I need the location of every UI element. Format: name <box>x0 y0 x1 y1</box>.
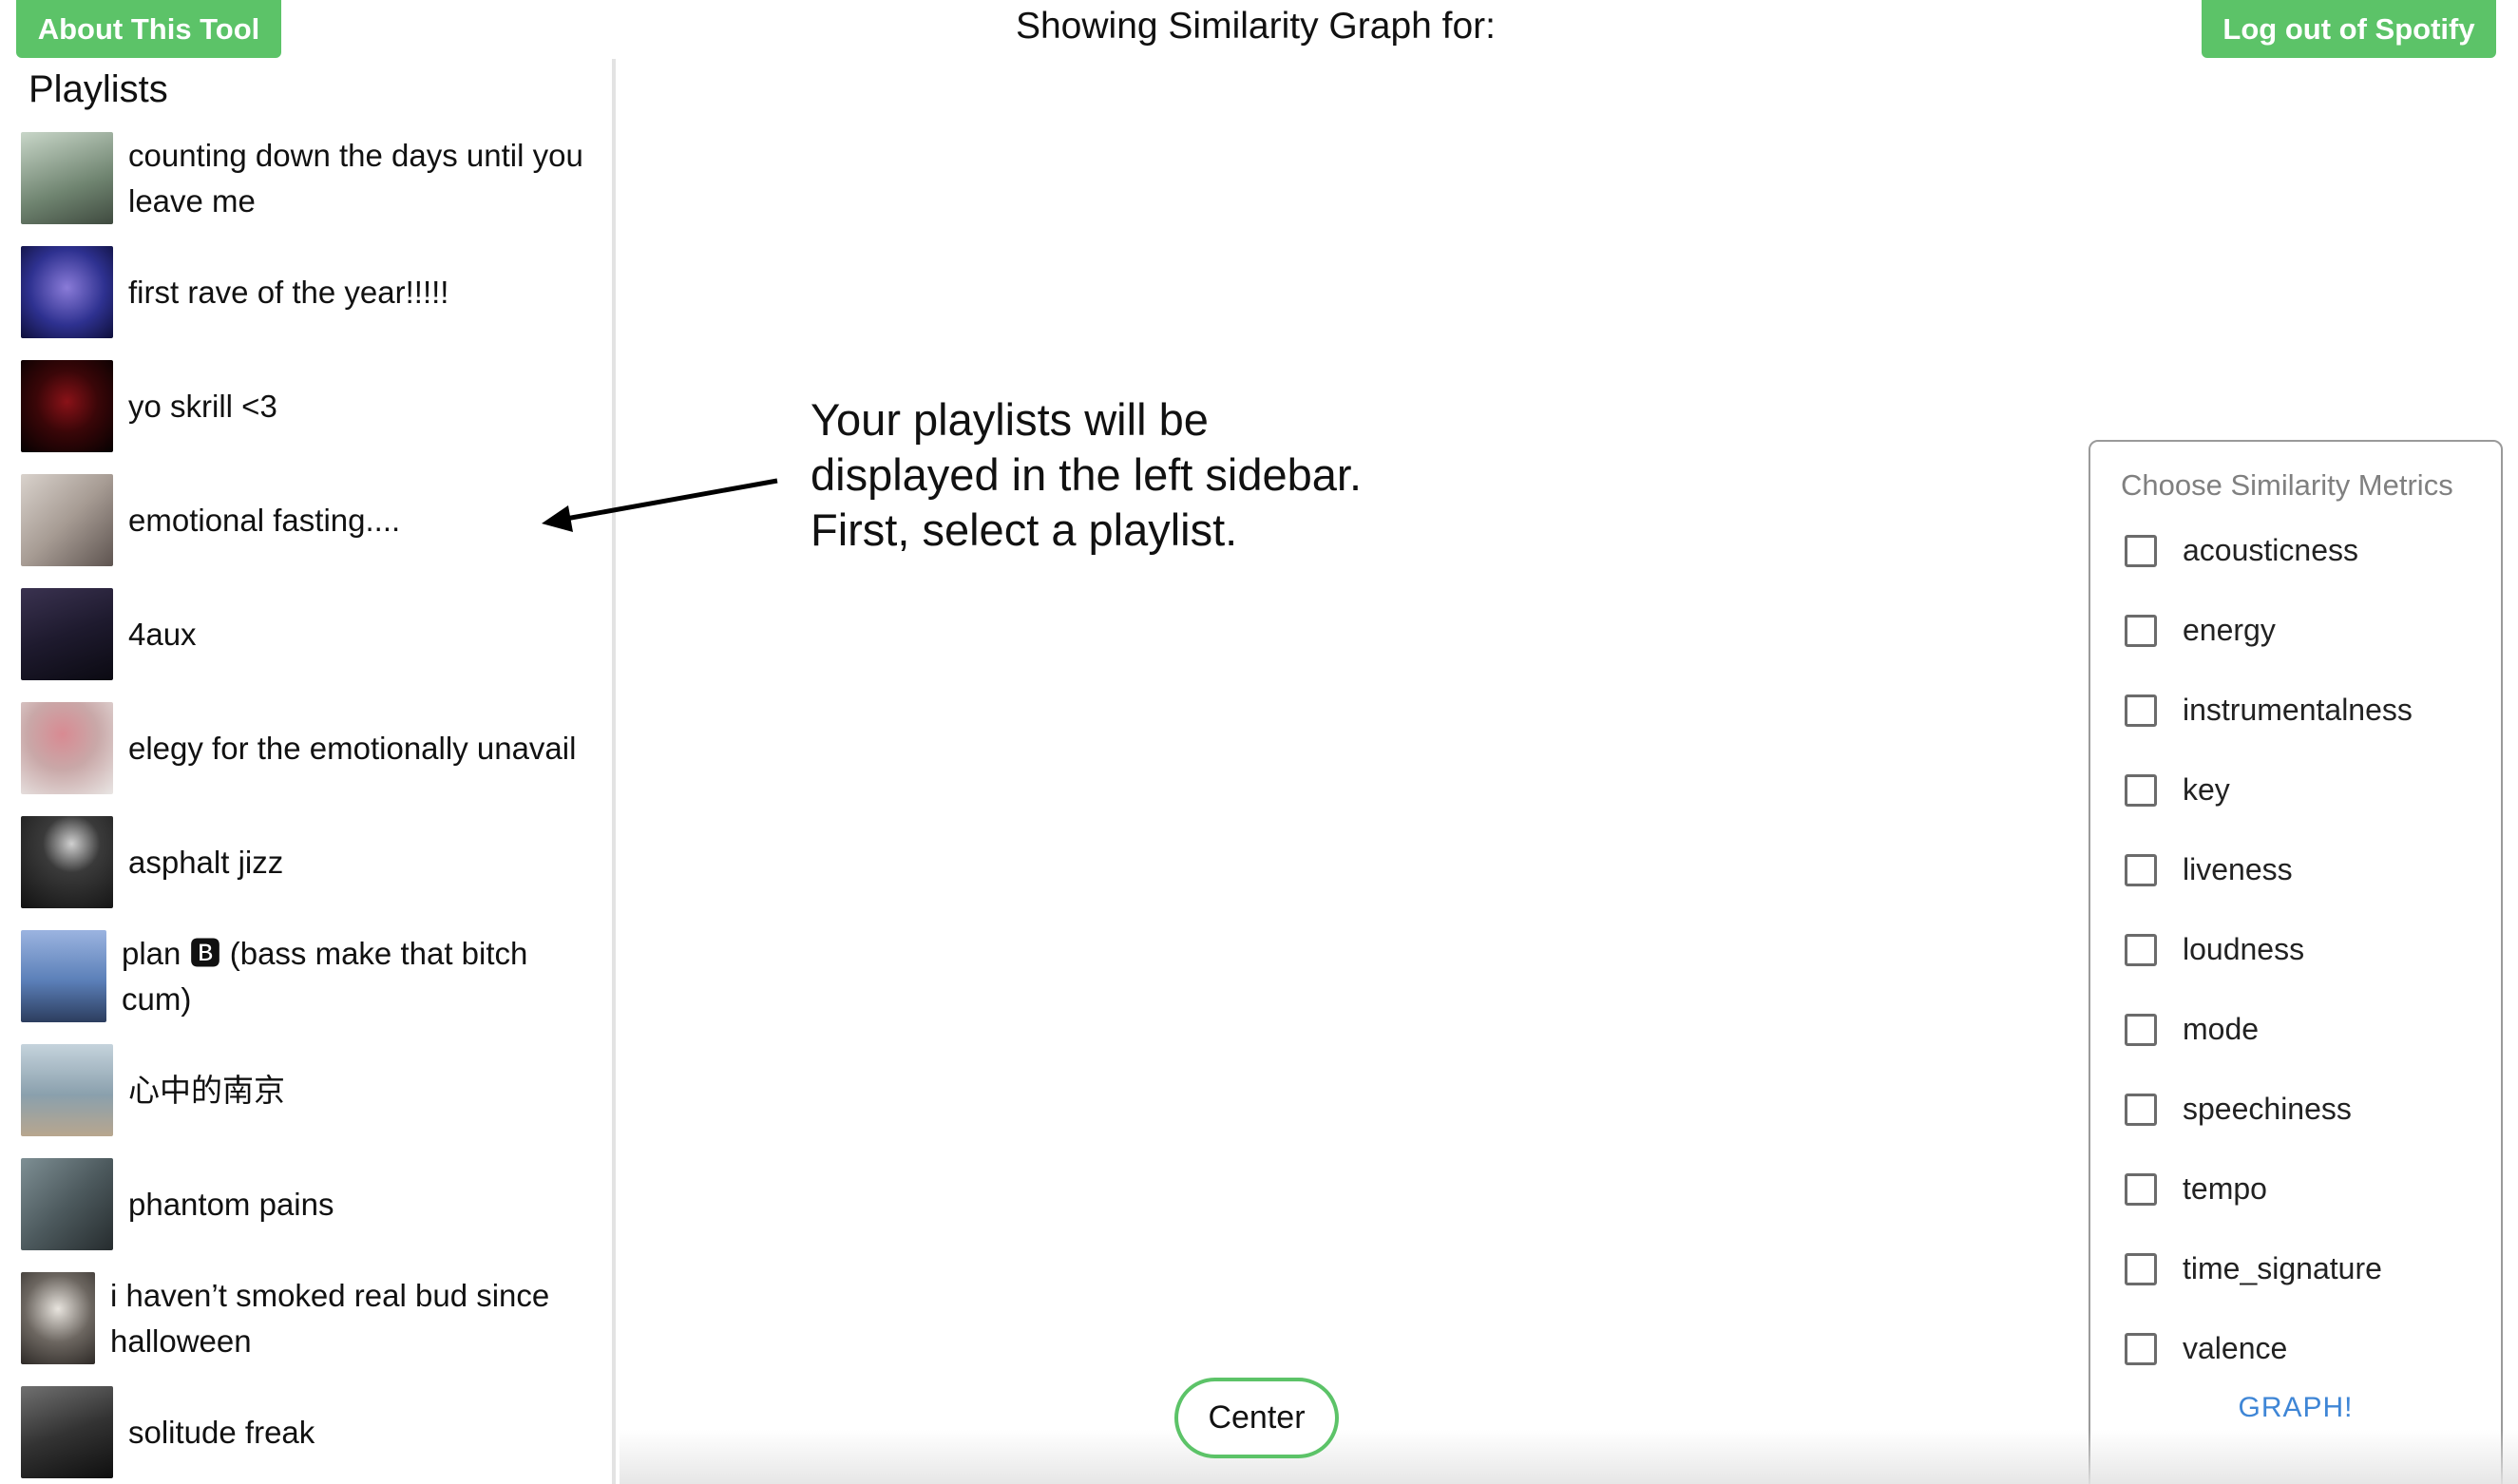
playlist-item[interactable]: counting down the days until you leave m… <box>21 132 601 224</box>
playlist-item[interactable]: first rave of the year!!!!! <box>21 246 601 338</box>
playlist-label: asphalt jizz <box>128 844 284 880</box>
checkbox[interactable] <box>2125 1093 2157 1126</box>
metric-label: speechiness <box>2183 1092 2352 1126</box>
pointer-arrow-icon <box>542 478 778 532</box>
playlist-item[interactable]: i haven’t smoked real bud since hallowee… <box>21 1272 601 1364</box>
metric-label: key <box>2183 772 2230 807</box>
page-title: Showing Similarity Graph for: <box>1015 6 1497 47</box>
metric-label: energy <box>2183 613 2276 647</box>
playlist-item[interactable]: phantom pains <box>21 1158 601 1250</box>
checkbox[interactable] <box>2125 1252 2157 1285</box>
playlist-label: emotional fasting.... <box>128 502 401 538</box>
metric-label: mode <box>2183 1012 2260 1046</box>
playlist-item[interactable]: asphalt jizz <box>21 816 601 908</box>
playlist-label: yo skrill <3 <box>128 388 277 424</box>
playlist-cover <box>21 816 113 908</box>
playlist-cover <box>21 588 113 680</box>
playlist-label: phantom pains <box>128 1186 334 1222</box>
checkbox[interactable] <box>2125 933 2157 966</box>
metric-option-time-signature[interactable]: time_signature <box>2125 1251 2382 1286</box>
checkbox[interactable] <box>2125 534 2157 567</box>
metric-option-liveness[interactable]: liveness <box>2125 852 2293 887</box>
playlist-label: i haven’t smoked real bud since hallowee… <box>110 1277 550 1359</box>
metric-option-acousticness[interactable]: acousticness <box>2125 533 2358 568</box>
playlist-cover <box>21 1044 113 1136</box>
metric-option-tempo[interactable]: tempo <box>2125 1171 2267 1207</box>
playlist-cover <box>21 1272 95 1364</box>
checkbox[interactable] <box>2125 1013 2157 1046</box>
playlist-item[interactable]: 4aux <box>21 588 601 680</box>
metric-label: tempo <box>2183 1171 2267 1206</box>
metric-option-speechiness[interactable]: speechiness <box>2125 1092 2352 1127</box>
metric-label: instrumentalness <box>2183 693 2413 727</box>
metric-option-valence[interactable]: valence <box>2125 1331 2287 1366</box>
playlist-label: plan 🅱 (bass make that bitch cum) <box>122 935 528 1017</box>
playlist-label: 4aux <box>128 616 197 652</box>
graph-button[interactable]: GRAPH! <box>2090 1392 2501 1424</box>
metric-label: acousticness <box>2183 533 2358 567</box>
instruction-line: First, select a playlist. <box>811 504 1238 555</box>
checkbox[interactable] <box>2125 773 2157 807</box>
checkbox[interactable] <box>2125 614 2157 647</box>
bottom-shade <box>620 1430 2518 1484</box>
playlist-item[interactable]: 心中的南京 <box>21 1044 601 1136</box>
playlist-item[interactable]: elegy for the emotionally unavail <box>21 702 601 794</box>
instruction-line: Your playlists will be <box>811 394 1209 445</box>
metric-option-key[interactable]: key <box>2125 772 2230 808</box>
playlist-cover <box>21 132 113 224</box>
playlist-cover <box>21 930 106 1022</box>
playlist-label: 心中的南京 <box>128 1072 285 1108</box>
metric-option-mode[interactable]: mode <box>2125 1012 2259 1047</box>
playlist-label: counting down the days until you leave m… <box>128 137 583 219</box>
center-button[interactable]: Center <box>1174 1378 1339 1458</box>
metric-option-instrumentalness[interactable]: instrumentalness <box>2125 693 2413 728</box>
metric-label: liveness <box>2183 852 2293 886</box>
playlist-label: solitude freak <box>128 1414 315 1450</box>
playlist-sidebar: Playlists counting down the days until y… <box>0 59 616 1484</box>
similarity-metrics-panel: Choose Similarity Metrics acousticness e… <box>2089 440 2503 1484</box>
checkbox[interactable] <box>2125 694 2157 727</box>
metric-option-energy[interactable]: energy <box>2125 613 2276 648</box>
playlist-cover <box>21 246 113 338</box>
metric-label: loudness <box>2183 932 2305 966</box>
checkbox[interactable] <box>2125 1172 2157 1206</box>
playlist-cover <box>21 1386 113 1478</box>
playlist-item[interactable]: emotional fasting.... <box>21 474 601 566</box>
checkbox[interactable] <box>2125 1332 2157 1365</box>
playlist-cover <box>21 474 113 566</box>
metrics-title: Choose Similarity Metrics <box>2121 468 2453 502</box>
metric-option-loudness[interactable]: loudness <box>2125 932 2304 967</box>
instruction-line: displayed in the left sidebar. <box>811 449 1363 500</box>
playlist-label: first rave of the year!!!!! <box>128 274 449 310</box>
playlist-item[interactable]: solitude freak <box>21 1386 601 1478</box>
playlist-label: elegy for the emotionally unavail <box>128 730 577 766</box>
playlist-cover <box>21 702 113 794</box>
logout-button[interactable]: Log out of Spotify <box>2202 0 2496 58</box>
metric-label: time_signature <box>2183 1251 2382 1285</box>
metric-label: valence <box>2183 1331 2288 1365</box>
checkbox[interactable] <box>2125 853 2157 886</box>
playlist-item[interactable]: yo skrill <3 <box>21 360 601 452</box>
playlist-cover <box>21 360 113 452</box>
sidebar-title: Playlists <box>29 68 168 110</box>
playlist-cover <box>21 1158 113 1250</box>
playlist-item[interactable]: plan 🅱 (bass make that bitch cum) <box>21 930 601 1022</box>
instruction-text: Your playlists will be displayed in the … <box>811 392 1495 558</box>
